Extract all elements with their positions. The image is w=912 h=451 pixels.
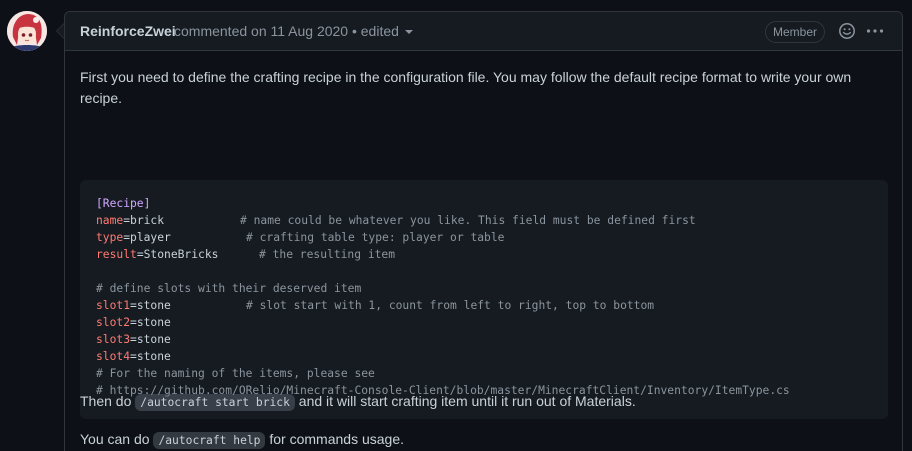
help-prefix: You can do: [80, 431, 150, 447]
code-line-slot4: slot4=stone: [96, 350, 171, 363]
kebab-horizontal-icon[interactable]: [866, 22, 884, 40]
anime-girl-avatar-icon: [7, 11, 47, 51]
code-line-name: name=brick # name could be whatever you l…: [96, 214, 696, 227]
code-line-slot2: slot2=stone: [96, 316, 171, 329]
autocraft-help-code: /autocraft help: [153, 432, 266, 449]
intro-paragraph: First you need to define the crafting re…: [80, 69, 852, 106]
help-paragraph: You can do /autocraft help for commands …: [80, 429, 404, 451]
comment-meta-text: commented on 11 Aug 2020 • edited: [174, 23, 399, 39]
comment-author-link[interactable]: ReinforceZwei: [80, 23, 176, 39]
code-block[interactable]: [Recipe] name=brick # name could be whate…: [80, 180, 888, 419]
code-line-naming-comment: # For the naming of the items, please se…: [96, 367, 375, 380]
then-paragraph: Then do /autocraft start brick and it wi…: [80, 391, 636, 413]
then-suffix: and it will start crafting item until it…: [298, 393, 636, 409]
code-line-type: type=player # crafting table type: player…: [96, 231, 505, 244]
comment-caret-fill: [57, 24, 64, 38]
code-line-result: result=StoneBricks # the resulting item: [96, 248, 396, 261]
autocraft-start-code: /autocraft start brick: [135, 394, 295, 411]
then-prefix: Then do: [80, 393, 132, 409]
code-line-section: [Recipe]: [96, 197, 151, 210]
code-line-slot1: slot1=stone # slot start with 1, count fr…: [96, 299, 655, 312]
comment-card: ReinforceZwei commented on 11 Aug 2020 •…: [64, 11, 903, 451]
comment-header: ReinforceZwei commented on 11 Aug 2020 •…: [65, 12, 902, 51]
edit-history-caret-icon[interactable]: [404, 30, 413, 35]
code-line-slots-comment: # define slots with their deserved item: [96, 282, 362, 295]
member-badge: Member: [765, 21, 826, 43]
comment-meta[interactable]: commented on 11 Aug 2020 • edited: [174, 23, 413, 39]
avatar[interactable]: [7, 11, 47, 51]
help-suffix: for commands usage.: [269, 431, 404, 447]
smiley-icon[interactable]: [838, 22, 856, 40]
code-line-slot3: slot3=stone: [96, 333, 171, 346]
